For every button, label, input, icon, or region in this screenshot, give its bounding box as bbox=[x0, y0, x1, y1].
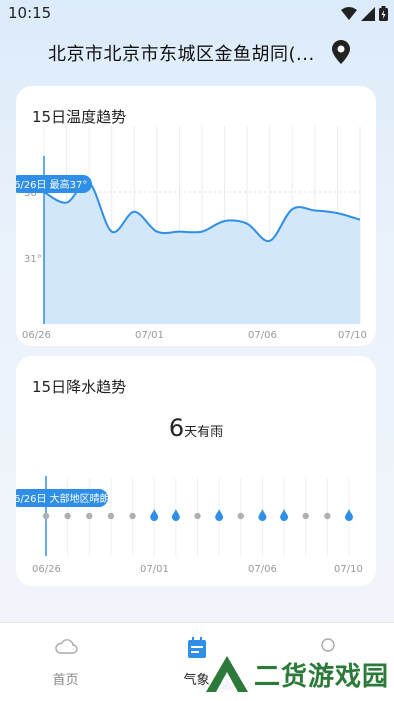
rain-x-tick-0626: 06/26 bbox=[32, 564, 61, 575]
dry-day-dot bbox=[42, 512, 50, 520]
watermark-text: 二货游戏园 bbox=[254, 662, 390, 692]
signal-icon bbox=[361, 6, 375, 21]
circle-icon bbox=[320, 638, 335, 652]
rain-drop-icon bbox=[345, 509, 353, 521]
temperature-chart[interactable]: 36° 31° 6/26日 最高37° 06/26 07/01 07/06 07… bbox=[16, 86, 376, 346]
watermark-logo-icon bbox=[206, 656, 248, 692]
status-bar: 10:15 bbox=[0, 0, 394, 28]
wifi-icon bbox=[341, 6, 357, 20]
location-title[interactable]: 北京市北京市东城区金鱼胡同(... bbox=[48, 40, 315, 66]
precipitation-chart[interactable]: 6/26日 大部地区晴朗 06/26 07/01 07/06 07/10 bbox=[16, 356, 376, 586]
watermark: 二货游戏园 bbox=[200, 652, 394, 696]
temperature-trend-card: 15日温度趋势 36° 31° 6/26日 最高37° 06/26 07/01 … bbox=[16, 86, 376, 346]
rain-tooltip-text: 6/26日 大部地区晴朗 bbox=[16, 492, 110, 505]
dry-day-dot bbox=[129, 512, 136, 520]
temp-x-tick-0706: 07/06 bbox=[248, 330, 277, 341]
dry-day-dot bbox=[237, 512, 244, 520]
rain-drop-icon bbox=[280, 509, 289, 521]
dry-day-dot bbox=[64, 512, 71, 520]
temp-x-tick-0710: 07/10 bbox=[338, 330, 367, 341]
temp-x-tick-0701: 07/01 bbox=[135, 330, 164, 341]
nav-item-home[interactable]: 首页 bbox=[0, 623, 131, 701]
location-pin-icon[interactable] bbox=[332, 40, 350, 64]
rain-drop-icon bbox=[150, 509, 159, 521]
dry-day-dot bbox=[107, 512, 115, 520]
dry-day-dot bbox=[194, 512, 201, 520]
dry-day-dot bbox=[324, 512, 331, 520]
temp-y-tick-31: 31° bbox=[24, 254, 42, 265]
battery-icon bbox=[379, 6, 388, 21]
temp-x-tick-0626: 06/26 bbox=[22, 330, 51, 341]
rain-x-tick-0706: 07/06 bbox=[248, 564, 277, 575]
nav-label-home: 首页 bbox=[52, 673, 79, 688]
status-time: 10:15 bbox=[8, 4, 52, 22]
status-icons bbox=[341, 6, 388, 21]
temp-tooltip-text: 6/26日 最高37° bbox=[16, 178, 87, 191]
rain-drop-icon bbox=[171, 509, 180, 521]
header: 北京市北京市东城区金鱼胡同(... bbox=[0, 34, 394, 72]
rain-drop-icon bbox=[258, 509, 267, 521]
precipitation-trend-card: 15日降水趋势 6天有雨 6/26日 大部地区晴朗 06/26 07/01 07… bbox=[16, 356, 376, 586]
rain-x-tick-0710: 07/10 bbox=[334, 564, 363, 575]
cloud-icon bbox=[54, 639, 78, 654]
rain-x-tick-0701: 07/01 bbox=[140, 564, 169, 575]
dry-day-dot bbox=[302, 512, 309, 520]
rain-drop-icon bbox=[215, 509, 224, 521]
dry-day-dot bbox=[86, 512, 93, 520]
